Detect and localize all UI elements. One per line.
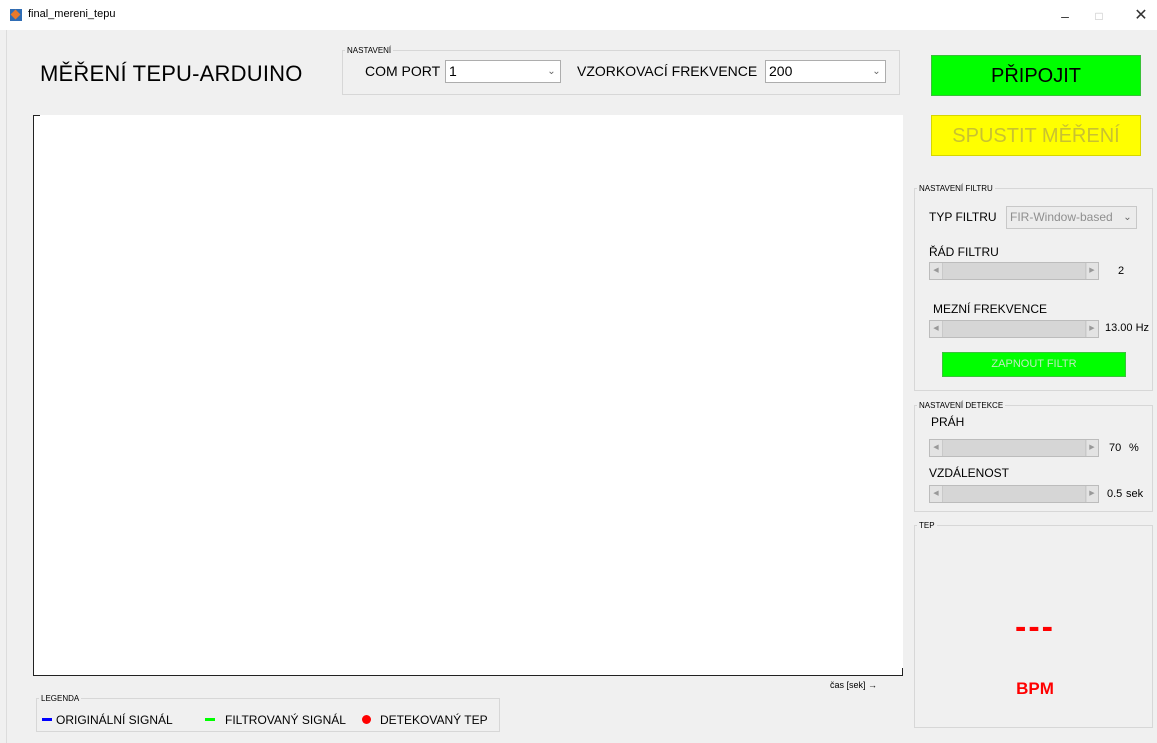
distance-value: 0.5 (1107, 488, 1123, 500)
threshold-slider[interactable]: ◀ ▶ (929, 439, 1099, 457)
com-port-label: COM PORT (365, 63, 441, 79)
slider-right-arrow-icon[interactable]: ▶ (1085, 486, 1098, 502)
enable-filter-button[interactable]: ZAPNOUT FILTR (942, 352, 1126, 377)
app-heading: MĚŘENÍ TEPU-ARDUINO (40, 61, 303, 86)
axis-corner-tick (33, 115, 40, 116)
threshold-label: PRÁH (931, 415, 965, 429)
legend-panel-title: LEGENDA (41, 694, 80, 703)
legend-item-detected: DETEKOVANÝ TEP (380, 713, 488, 727)
heart-rate-legend: TEP (919, 521, 935, 530)
chevron-down-icon: ⌄ (872, 66, 881, 77)
slider-thumb[interactable] (943, 263, 1087, 279)
legend-item-original: ORIGINÁLNÍ SIGNÁL (56, 713, 173, 727)
com-port-value: 1 (449, 63, 457, 79)
window-title: final_mereni_tepu (28, 8, 116, 20)
slider-left-arrow-icon[interactable]: ◀ (930, 263, 943, 279)
cutoff-freq-value: 13.00 Hz (1105, 322, 1150, 334)
start-measurement-button[interactable]: SPUSTIT MĚŘENÍ (931, 115, 1141, 156)
sample-rate-select[interactable]: 200 ⌄ (765, 60, 886, 83)
chevron-down-icon: ⌄ (1123, 212, 1132, 223)
distance-unit: sek (1126, 488, 1144, 500)
x-axis-label: čas [sek] → (830, 680, 878, 690)
filter-type-select[interactable]: FIR-Window-based ⌄ (1006, 206, 1137, 229)
sample-rate-value: 200 (769, 63, 793, 79)
close-button[interactable]: ✕ (1126, 6, 1156, 26)
settings-panel-legend: NASTAVENÍ (347, 46, 392, 55)
minimize-button[interactable]: – (1050, 6, 1080, 26)
slider-left-arrow-icon[interactable]: ◀ (930, 440, 943, 456)
chevron-down-icon: ⌄ (547, 66, 556, 77)
threshold-value: 70 (1109, 442, 1122, 454)
slider-thumb[interactable] (943, 321, 1087, 337)
heart-rate-unit: BPM (1016, 679, 1054, 698)
original-signal-swatch (42, 718, 52, 721)
detected-beat-swatch (362, 715, 371, 724)
sample-rate-label: VZORKOVACÍ FREKVENCE (577, 63, 758, 79)
connect-button[interactable]: PŘIPOJIT (931, 55, 1141, 96)
distance-slider[interactable]: ◀ ▶ (929, 485, 1099, 503)
signal-plot-axes[interactable] (33, 115, 903, 676)
slider-right-arrow-icon[interactable]: ▶ (1085, 440, 1098, 456)
com-port-select[interactable]: 1 ⌄ (445, 60, 561, 83)
filter-settings-legend: NASTAVENÍ FILTRU (919, 184, 993, 193)
slider-left-arrow-icon[interactable]: ◀ (930, 321, 943, 337)
filter-order-label: ŘÁD FILTRU (929, 245, 999, 259)
cutoff-freq-label: MEZNÍ FREKVENCE (933, 302, 1048, 316)
filter-order-value: 2 (1118, 265, 1125, 277)
slider-right-arrow-icon[interactable]: ▶ (1085, 263, 1098, 279)
slider-left-arrow-icon[interactable]: ◀ (930, 486, 943, 502)
maximize-button[interactable]: □ (1084, 6, 1114, 26)
distance-label: VZDÁLENOST (929, 466, 1010, 480)
matlab-app-icon (10, 9, 22, 21)
cutoff-freq-slider[interactable]: ◀ ▶ (929, 320, 1099, 338)
filter-type-label: TYP FILTRU (929, 210, 997, 224)
axis-corner-tick (902, 668, 903, 676)
slider-right-arrow-icon[interactable]: ▶ (1085, 321, 1098, 337)
filter-order-slider[interactable]: ◀ ▶ (929, 262, 1099, 280)
filter-type-value: FIR-Window-based (1010, 210, 1113, 224)
legend-item-filtered: FILTROVANÝ SIGNÁL (225, 713, 346, 727)
window-titlebar (0, 0, 1157, 30)
threshold-unit: % (1129, 442, 1139, 454)
filtered-signal-swatch (205, 718, 215, 721)
detection-settings-legend: NASTAVENÍ DETEKCE (919, 401, 1004, 410)
slider-thumb[interactable] (943, 486, 1087, 502)
heart-rate-value: --- (1015, 608, 1055, 646)
slider-thumb[interactable] (943, 440, 1087, 456)
